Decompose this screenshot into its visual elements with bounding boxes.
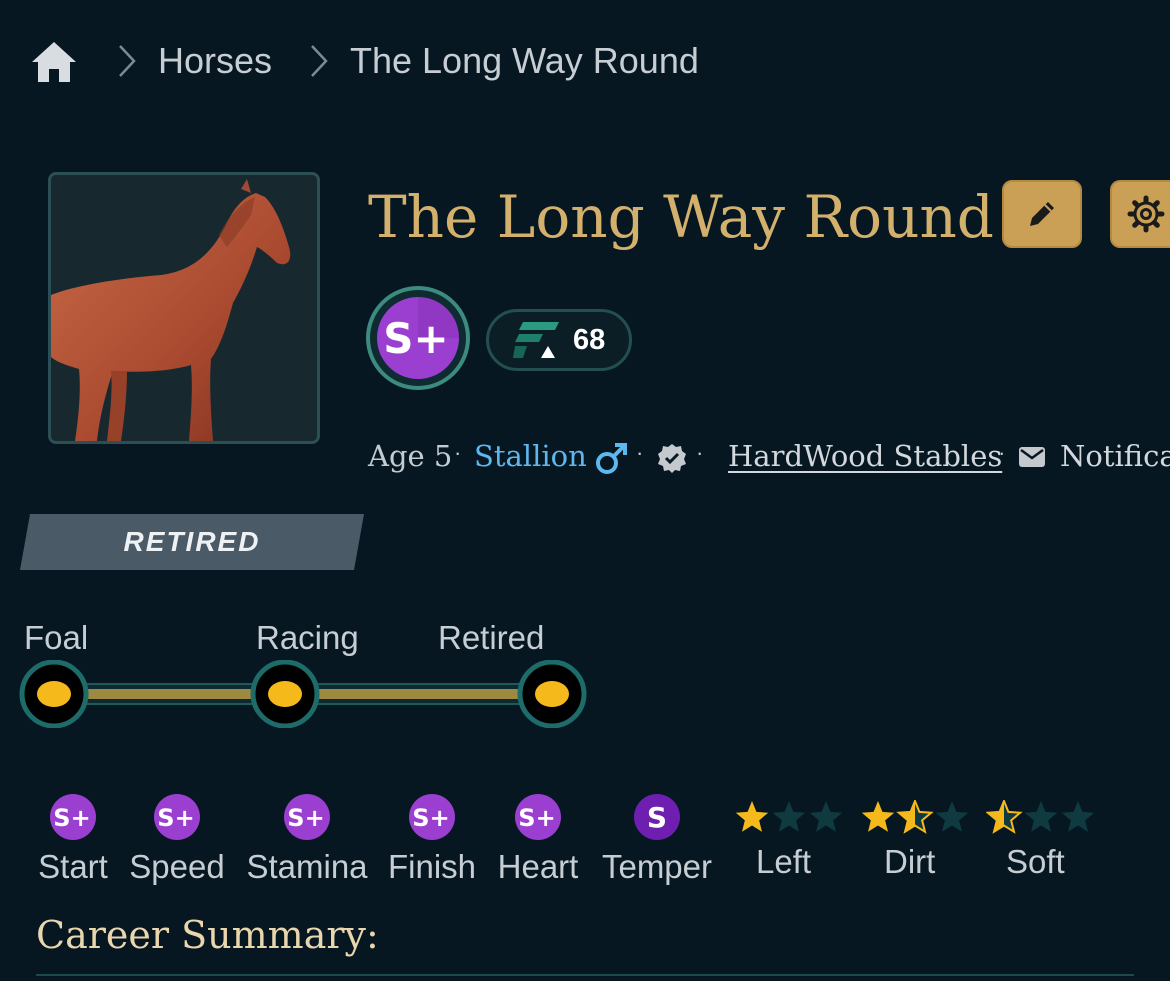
svg-text:S+: S+	[157, 804, 194, 832]
rating-pill: 68	[486, 309, 632, 371]
pref-label-left: Left	[756, 843, 812, 880]
trait-label: Finish	[387, 848, 477, 885]
separator-dot: ·	[454, 440, 462, 465]
notifications-link[interactable]: Notifica	[1060, 436, 1170, 476]
mail-icon[interactable]	[1018, 446, 1046, 468]
stage-node-foal	[19, 660, 89, 728]
trait-label: Stamina	[246, 848, 368, 885]
svg-text:S+: S+	[412, 804, 449, 832]
trait-grade-icon: S	[634, 794, 680, 840]
rating-value: 68	[573, 323, 606, 356]
star-empty	[809, 801, 843, 832]
verified-icon	[658, 444, 686, 473]
stable-link[interactable]: HardWood Stables	[728, 436, 1002, 476]
star-filled	[735, 801, 769, 832]
home-icon[interactable]	[28, 38, 80, 84]
pref-rating-soft	[986, 800, 1095, 834]
trait-grade-icon: S+	[50, 794, 96, 840]
star-empty	[1061, 801, 1095, 832]
stage-label-foal: Foal	[24, 619, 89, 656]
trait-grade-icon: S+	[154, 794, 200, 840]
separator-dot: ·	[998, 440, 1006, 465]
pref-rating-left	[735, 801, 843, 832]
star-empty	[935, 801, 969, 832]
trait-heart: S+ Heart	[492, 792, 584, 887]
trait-label: Temper	[601, 848, 713, 885]
edit-button[interactable]	[1002, 180, 1082, 248]
pref-rating-dirt	[861, 800, 969, 834]
breadcrumb-horses[interactable]: Horses	[158, 38, 272, 84]
svg-text:S+: S+	[53, 804, 90, 832]
pref-label-soft: Soft	[1006, 843, 1065, 880]
star-empty	[772, 801, 806, 832]
trait-speed: S+ Speed	[124, 792, 230, 887]
trait-grade-icon: S+	[515, 794, 561, 840]
svg-text:S: S	[647, 801, 667, 834]
trait-label: Heart	[497, 848, 579, 885]
stage-node-retired	[517, 660, 587, 728]
horse-name: The Long Way Round	[368, 183, 994, 251]
lifecycle-timeline	[19, 660, 587, 728]
gear-icon	[1127, 195, 1165, 233]
divider	[36, 974, 1134, 976]
separator-dot: ·	[696, 440, 704, 465]
overall-grade-text: S+	[383, 314, 448, 363]
star-filled	[861, 801, 895, 832]
chevron-right-icon	[119, 45, 136, 77]
rating-logo-icon	[513, 322, 559, 358]
svg-text:S+: S+	[518, 804, 555, 832]
status-tag: RETIRED	[123, 526, 261, 557]
settings-button[interactable]	[1110, 180, 1170, 248]
breadcrumb-current: The Long Way Round	[350, 40, 699, 81]
pref-label-dirt: Dirt	[884, 843, 936, 880]
trait-label: Start	[38, 848, 108, 885]
horse-age: Age 5	[368, 439, 453, 473]
trait-temper: S Temper	[596, 792, 718, 887]
male-icon	[596, 443, 627, 474]
trait-start: S+ Start	[36, 792, 110, 887]
trait-finish: S+ Finish	[384, 792, 480, 887]
svg-text:S+: S+	[287, 804, 324, 832]
career-summary-title: Career Summary:	[36, 913, 379, 957]
horse-image	[51, 179, 291, 441]
trait-grade-icon: S+	[284, 794, 330, 840]
stage-label-retired: Retired	[438, 619, 545, 656]
horse-sex: Stallion	[474, 439, 587, 473]
overall-grade-badge: S+	[366, 286, 470, 390]
trait-label: Speed	[129, 848, 225, 885]
separator-dot: ·	[636, 440, 644, 465]
stage-label-racing: Racing	[256, 619, 359, 656]
pencil-icon	[1030, 202, 1054, 226]
stage-node-racing	[250, 660, 320, 728]
trait-grade-icon: S+	[409, 794, 455, 840]
trait-stamina: S+ Stamina	[244, 792, 370, 887]
star-empty	[1024, 801, 1058, 832]
chevron-right-icon	[311, 45, 328, 77]
horse-portrait	[48, 172, 320, 444]
